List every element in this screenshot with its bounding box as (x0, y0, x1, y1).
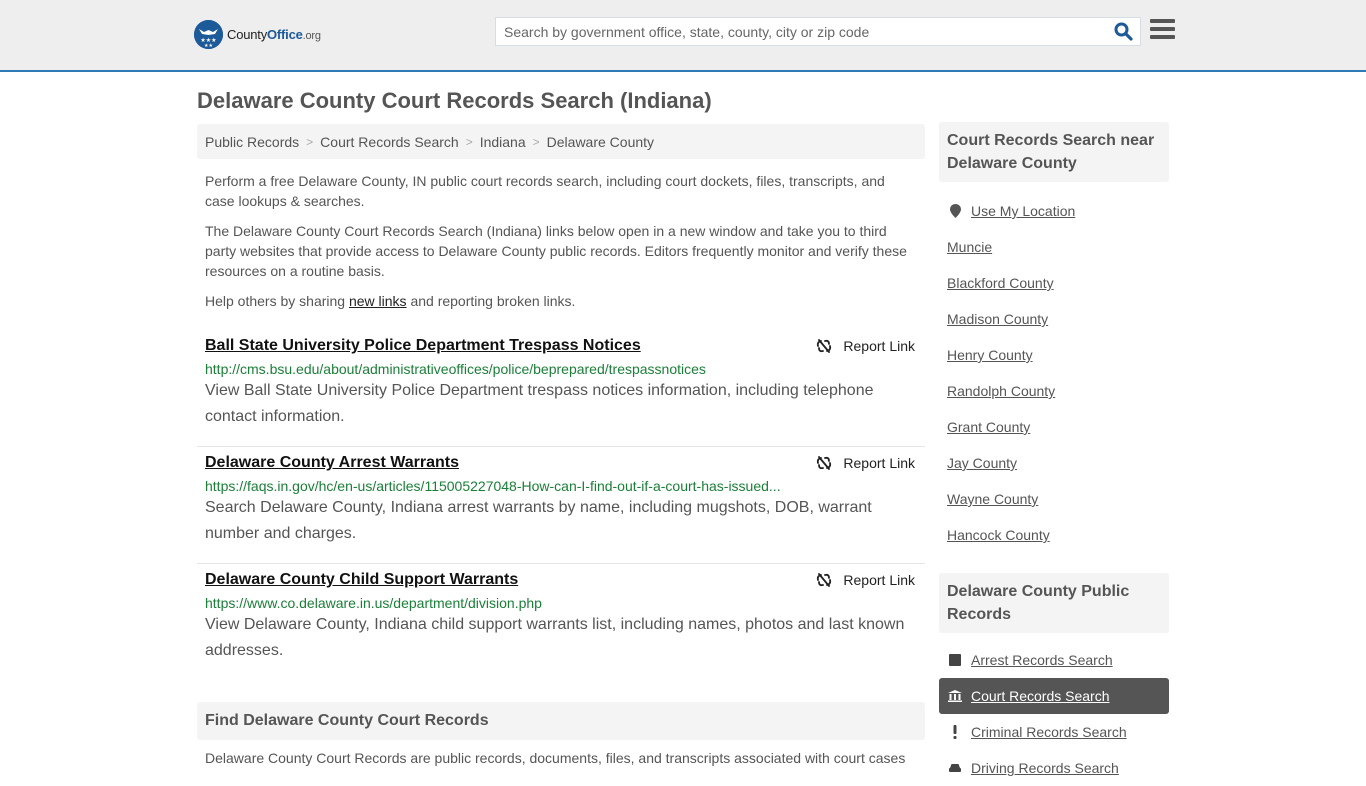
sidebar: Court Records Search near Delaware Count… (939, 122, 1169, 786)
use-location-item: Use My Location (939, 193, 1169, 229)
nearby-item: Jay County (939, 445, 1169, 481)
result-url[interactable]: https://www.co.delaware.in.us/department… (205, 595, 785, 611)
use-my-location-link[interactable]: Use My Location (971, 203, 1075, 219)
logo-wordmark: CountyOffice.org (227, 27, 321, 42)
nearby-link-randolph-county[interactable]: Randolph County (947, 383, 1055, 399)
search-bar (495, 17, 1141, 46)
breadcrumb-separator: > (306, 134, 314, 149)
result-description: View Ball State University Police Depart… (205, 382, 874, 425)
search-input[interactable] (496, 18, 1106, 45)
nearby-link-henry-county[interactable]: Henry County (947, 347, 1033, 363)
court-records-search-link[interactable]: Court Records Search (971, 688, 1110, 704)
search-button[interactable] (1106, 18, 1140, 45)
breadcrumb-delaware-county: Delaware County (546, 133, 655, 150)
result-url[interactable]: https://faqs.in.gov/hc/en-us/articles/11… (205, 478, 785, 494)
intro-text: Help others by sharing (205, 293, 349, 309)
report-link-label: Report Link (843, 572, 915, 588)
public-records-item: Driving Records Search (939, 750, 1169, 786)
broken-link-icon (817, 573, 832, 587)
nearby-item: Wayne County (939, 481, 1169, 517)
courthouse-icon (947, 690, 963, 702)
new-links-link[interactable]: new links (349, 293, 407, 309)
report-link-label: Report Link (843, 338, 915, 354)
map-marker-icon (947, 204, 963, 218)
nearby-link-muncie[interactable]: Muncie (947, 239, 992, 255)
site-header: ★★★ ★★ CountyOffice.org (0, 0, 1366, 72)
result-title-link[interactable]: Delaware County Arrest Warrants (205, 454, 459, 472)
site-logo[interactable]: ★★★ ★★ CountyOffice.org (194, 20, 321, 49)
intro-paragraph-2: The Delaware County Court Records Search… (205, 223, 907, 279)
intro-paragraph-1: Perform a free Delaware County, IN publi… (205, 173, 885, 209)
report-link-label: Report Link (843, 455, 915, 471)
nearby-item: Grant County (939, 409, 1169, 445)
nearby-item: Hancock County (939, 517, 1169, 553)
public-records-heading: Delaware County Public Records (939, 573, 1169, 633)
result-url[interactable]: http://cms.bsu.edu/about/administrativeo… (205, 361, 785, 377)
eagle-logo-icon: ★★★ ★★ (194, 20, 223, 49)
exclamation-icon (947, 725, 963, 739)
car-icon (947, 762, 963, 774)
menu-bar-icon (1150, 19, 1175, 23)
square-icon (947, 654, 963, 666)
result-title-link[interactable]: Ball State University Police Department … (205, 337, 641, 355)
result-description: View Delaware County, Indiana child supp… (205, 616, 905, 659)
find-section-text: Delaware County Court Records are public… (205, 750, 906, 766)
logo-text-org: .org (302, 30, 321, 42)
intro-section: Perform a free Delaware County, IN publi… (197, 171, 925, 311)
report-link-button[interactable]: Report Link (816, 455, 915, 471)
nearby-heading: Court Records Search near Delaware Count… (939, 122, 1169, 182)
result-item: Delaware County Arrest Warrants Report L… (197, 447, 925, 564)
result-item: Ball State University Police Department … (197, 330, 925, 447)
public-records-list: Arrest Records Search Court Records Sear… (939, 642, 1169, 786)
arrest-records-search-link[interactable]: Arrest Records Search (971, 652, 1113, 668)
nearby-item: Henry County (939, 337, 1169, 373)
nearby-link-grant-county[interactable]: Grant County (947, 419, 1030, 435)
breadcrumb-separator: > (532, 134, 540, 149)
broken-link-icon (817, 456, 832, 470)
broken-link-icon (817, 339, 832, 353)
breadcrumb: Public Records > Court Records Search > … (197, 124, 925, 159)
nearby-item: Blackford County (939, 265, 1169, 301)
svg-text:★★: ★★ (204, 43, 213, 49)
intro-paragraph-3: Help others by sharing new links and rep… (205, 291, 917, 311)
menu-bar-icon (1150, 27, 1175, 31)
nearby-item: Madison County (939, 301, 1169, 337)
breadcrumb-public-records[interactable]: Public Records (205, 134, 299, 150)
menu-bar-icon (1150, 35, 1175, 39)
breadcrumb-court-records-search[interactable]: Court Records Search (320, 134, 459, 150)
page-title: Delaware County Court Records Search (In… (197, 88, 712, 113)
intro-text: and reporting broken links. (406, 293, 576, 309)
logo-text-office: Office (267, 27, 303, 42)
nearby-item: Randolph County (939, 373, 1169, 409)
find-section-heading: Find Delaware County Court Records (197, 702, 925, 740)
result-title-link[interactable]: Delaware County Child Support Warrants (205, 571, 518, 589)
public-records-item-active: Court Records Search (939, 678, 1169, 714)
main-content: Public Records > Court Records Search > … (197, 124, 925, 681)
nearby-list: Use My Location Muncie Blackford County … (939, 193, 1169, 553)
nearby-item: Muncie (939, 229, 1169, 265)
nearby-link-blackford-county[interactable]: Blackford County (947, 275, 1054, 291)
breadcrumb-indiana[interactable]: Indiana (480, 134, 526, 150)
report-link-button[interactable]: Report Link (816, 338, 915, 354)
public-records-item: Criminal Records Search (939, 714, 1169, 750)
driving-records-search-link[interactable]: Driving Records Search (971, 760, 1119, 776)
results-list: Ball State University Police Department … (197, 330, 925, 681)
search-icon (1114, 22, 1133, 41)
result-item: Delaware County Child Support Warrants R… (197, 564, 925, 681)
result-description: Search Delaware County, Indiana arrest w… (205, 499, 872, 542)
logo-text-county: County (227, 27, 267, 42)
nearby-link-wayne-county[interactable]: Wayne County (947, 491, 1038, 507)
report-link-button[interactable]: Report Link (816, 572, 915, 588)
public-records-item: Arrest Records Search (939, 642, 1169, 678)
breadcrumb-separator: > (465, 134, 473, 149)
nearby-link-hancock-county[interactable]: Hancock County (947, 527, 1050, 543)
nearby-link-madison-county[interactable]: Madison County (947, 311, 1048, 327)
hamburger-menu-button[interactable] (1150, 19, 1175, 43)
criminal-records-search-link[interactable]: Criminal Records Search (971, 724, 1127, 740)
nearby-link-jay-county[interactable]: Jay County (947, 455, 1017, 471)
